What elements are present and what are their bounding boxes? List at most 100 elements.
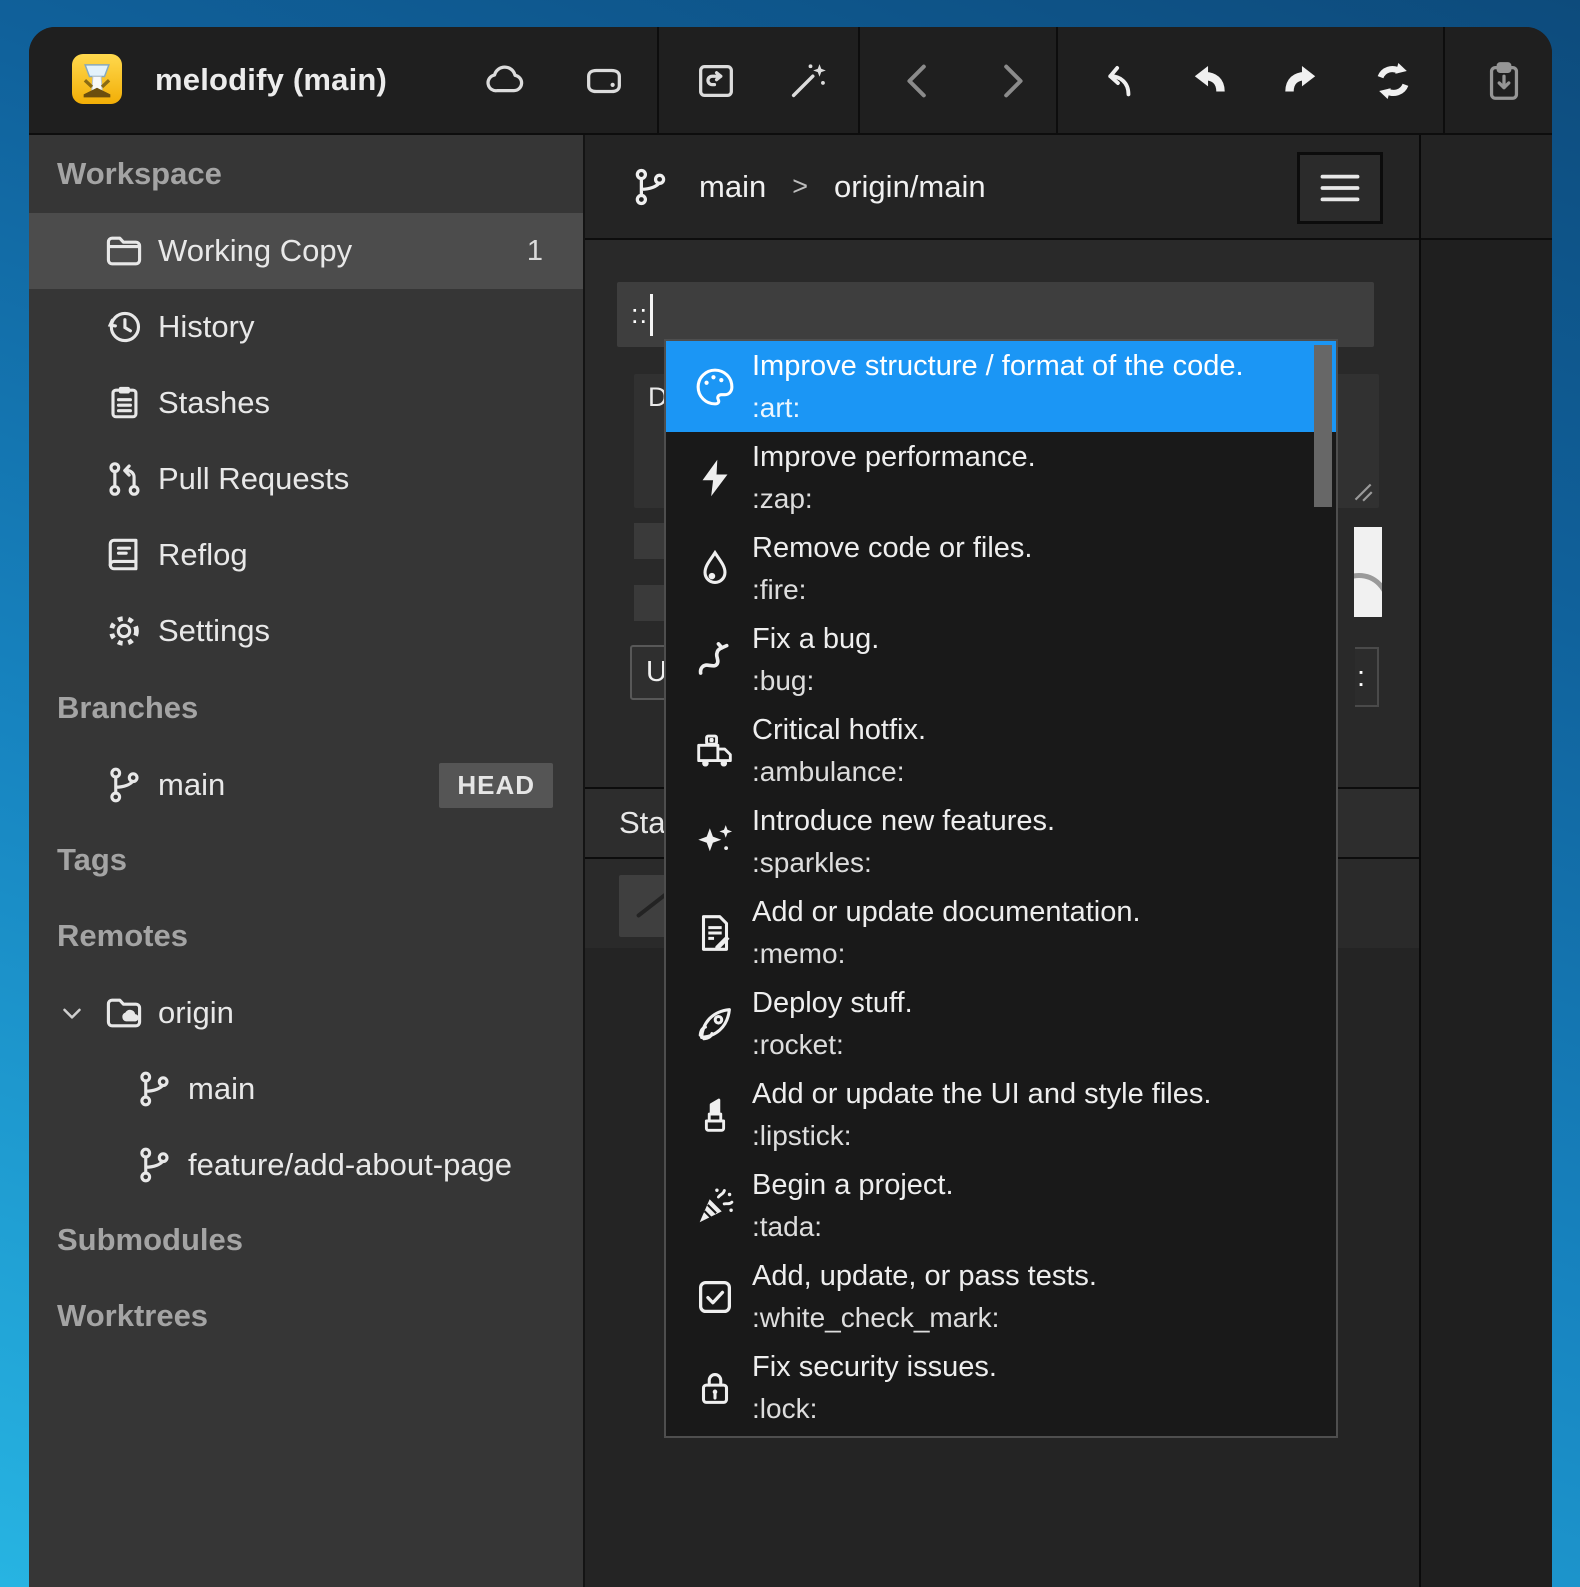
tags-section-header: Tags (29, 823, 583, 897)
memo-icon (690, 908, 740, 958)
hamburger-icon (1319, 172, 1361, 204)
remote-label: origin (158, 995, 234, 1031)
sidebar-item-settings[interactable]: Settings (29, 593, 583, 669)
git-branch-icon (100, 761, 148, 809)
branch-header: main > origin/main (585, 135, 1419, 240)
app-logo-icon (72, 54, 122, 104)
breadcrumb-separator: > (792, 171, 808, 202)
lock-icon (690, 1363, 740, 1413)
gitmoji-autocomplete-dropdown: Improve structure / format of the code.:… (664, 339, 1338, 1438)
git-branch-icon (130, 1065, 178, 1113)
gitmoji-option-white-check-mark[interactable]: Add, update, or pass tests.:white_check_… (666, 1251, 1336, 1342)
sidebar-remote-origin[interactable]: origin (29, 975, 583, 1051)
push-arrow-icon[interactable] (1275, 55, 1327, 107)
gitmoji-option-ambulance[interactable]: Critical hotfix.:ambulance: (666, 705, 1336, 796)
folder-icon (100, 227, 148, 275)
lipstick-icon (690, 1090, 740, 1140)
remotes-section-header: Remotes (29, 897, 583, 975)
current-branch[interactable]: main (699, 169, 766, 205)
sidebar-item-working-copy[interactable]: Working Copy 1 (29, 213, 583, 289)
gitmoji-option-art[interactable]: Improve structure / format of the code.:… (666, 341, 1336, 432)
sidebar-item-label: Stashes (158, 385, 270, 421)
sidebar-remote-branch-main[interactable]: main (29, 1051, 583, 1127)
open-repo-icon[interactable] (690, 55, 742, 107)
gear-icon (100, 607, 148, 655)
sidebar-item-label: Settings (158, 613, 270, 649)
app-window: melodify (main) (29, 27, 1552, 1587)
gitmoji-option-fire[interactable]: Remove code or files.:fire: (666, 523, 1336, 614)
sidebar-branch-main[interactable]: main HEAD (29, 747, 583, 823)
submodules-section-header: Submodules (29, 1203, 583, 1277)
pull-arrow-icon[interactable] (1183, 55, 1235, 107)
magic-wand-icon[interactable] (782, 55, 834, 107)
git-branch-icon (130, 1141, 178, 1189)
right-pane-header (1421, 135, 1552, 240)
clipboard-list-icon (100, 379, 148, 427)
folder-cloud-icon (100, 989, 148, 1037)
ambulance-icon (690, 726, 740, 776)
head-badge: HEAD (439, 763, 553, 808)
sidebar: Workspace Working Copy 1 History Stashes… (29, 135, 585, 1587)
remote-branch-label: feature/add-about-page (188, 1147, 512, 1183)
sidebar-item-label: History (158, 309, 254, 345)
sidebar-item-stashes[interactable]: Stashes (29, 365, 583, 441)
gitmoji-option-rocket[interactable]: Deploy stuff.:rocket: (666, 978, 1336, 1069)
sidebar-item-label: Working Copy (158, 233, 352, 269)
check-box-icon (690, 1272, 740, 1322)
gitmoji-option-lock[interactable]: Fix security issues.:lock: (666, 1342, 1336, 1433)
button-fragment[interactable]: : (1355, 647, 1379, 707)
option-code: :art: (752, 387, 1244, 428)
gitmoji-option-sparkles[interactable]: Introduce new features.:sparkles: (666, 796, 1336, 887)
remote-branch-label: main (188, 1071, 255, 1107)
text-caret (650, 294, 653, 336)
rocket-icon (690, 999, 740, 1049)
sidebar-item-history[interactable]: History (29, 289, 583, 365)
nav-forward-icon[interactable] (985, 55, 1037, 107)
toolbar-separator (657, 27, 659, 133)
git-branch-icon (627, 164, 673, 210)
palette-icon (690, 362, 740, 412)
gitmoji-option-memo[interactable]: Add or update documentation.:memo: (666, 887, 1336, 978)
dropdown-scrollbar-thumb[interactable] (1314, 345, 1332, 507)
branch-label: main (158, 767, 225, 803)
book-icon (100, 531, 148, 579)
toolbar-separator (1056, 27, 1058, 133)
commit-summary-input[interactable]: :: (617, 282, 1374, 347)
sidebar-item-reflog[interactable]: Reflog (29, 517, 583, 593)
resize-grip-icon[interactable] (1349, 478, 1375, 504)
gitmoji-option-bug[interactable]: Fix a bug.:bug: (666, 614, 1336, 705)
pull-request-icon (100, 455, 148, 503)
chevron-down-icon[interactable] (57, 998, 87, 1028)
upstream-branch[interactable]: origin/main (834, 169, 986, 205)
checkout-arrow-icon[interactable] (1090, 55, 1142, 107)
sidebar-item-label: Reflog (158, 537, 248, 573)
history-clock-icon (100, 303, 148, 351)
drive-icon[interactable] (578, 55, 630, 107)
right-pane (1421, 135, 1552, 1587)
bug-icon (690, 635, 740, 685)
sidebar-remote-branch-feature[interactable]: feature/add-about-page (29, 1127, 583, 1203)
gitmoji-option-zap[interactable]: Improve performance.:zap: (666, 432, 1336, 523)
sidebar-item-label: Pull Requests (158, 461, 349, 497)
commit-summary-value: :: (631, 299, 648, 330)
branches-section-header: Branches (29, 669, 583, 747)
clipboard-download-icon[interactable] (1478, 55, 1530, 107)
gitmoji-option-tada[interactable]: Begin a project.:tada: (666, 1160, 1336, 1251)
avatar-fragment (1354, 527, 1382, 617)
working-copy-count-badge: 1 (527, 235, 543, 268)
worktrees-section-header: Worktrees (29, 1277, 583, 1355)
pane-divider[interactable] (1419, 135, 1421, 1587)
window-title: melodify (main) (155, 27, 387, 133)
sidebar-item-pull-requests[interactable]: Pull Requests (29, 441, 583, 517)
nav-back-icon[interactable] (893, 55, 945, 107)
cloud-icon[interactable] (480, 55, 532, 107)
gitmoji-option-lipstick[interactable]: Add or update the UI and style files.:li… (666, 1069, 1336, 1160)
toolbar-separator (1443, 27, 1445, 133)
option-title: Improve structure / format of the code. (752, 346, 1244, 387)
sparkles-icon (690, 817, 740, 867)
toolbar-separator (858, 27, 860, 133)
breadcrumb: main > origin/main (627, 135, 986, 238)
commit-options-menu-button[interactable] (1297, 152, 1383, 224)
flame-icon (690, 544, 740, 594)
sync-arrows-icon[interactable] (1367, 55, 1419, 107)
